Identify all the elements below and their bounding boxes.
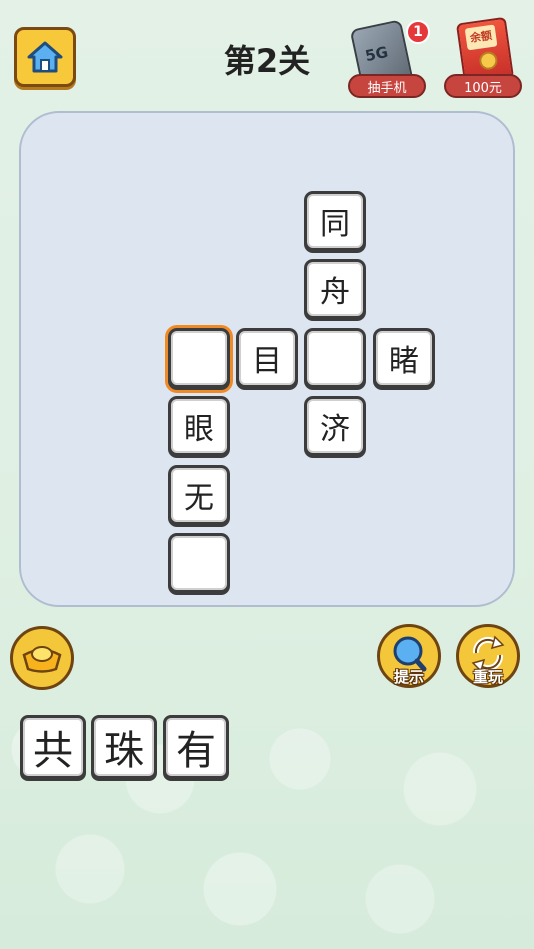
puzzle-cell-char: 无 (171, 468, 227, 522)
choice-tile-char: 共 (23, 718, 83, 776)
puzzle-cell-char: 舟 (307, 262, 363, 316)
puzzle-cell[interactable]: 睹 (373, 328, 435, 390)
hint-label: 提示 (393, 668, 424, 686)
choice-tile-char: 珠 (94, 718, 154, 776)
gold-ingot-icon (22, 646, 62, 673)
envelope-seal-icon (478, 50, 499, 71)
puzzle-cell[interactable]: 舟 (304, 259, 366, 321)
notification-badge: 1 (406, 20, 430, 44)
puzzle-cell[interactable]: 同 (304, 191, 366, 253)
puzzle-cell[interactable] (168, 533, 230, 595)
replay-button[interactable]: 重玩 (456, 624, 520, 688)
puzzle-cell[interactable]: 眼 (168, 396, 230, 458)
puzzle-cell[interactable]: 无 (168, 465, 230, 527)
balance-button[interactable]: 余额 100元 (442, 16, 524, 100)
puzzle-cell-char (307, 331, 363, 385)
puzzle-cell-char: 睹 (376, 331, 432, 385)
puzzle-cell-char: 目 (239, 331, 295, 385)
puzzle-cell[interactable]: 目 (236, 328, 298, 390)
hint-button[interactable]: 提示 (377, 624, 441, 688)
puzzle-cell-char: 同 (307, 194, 363, 248)
choice-tile[interactable]: 有 (163, 715, 229, 781)
puzzle-cell[interactable]: 济 (304, 396, 366, 458)
choice-tile[interactable]: 珠 (91, 715, 157, 781)
puzzle-cell-char (171, 331, 227, 385)
puzzle-cell[interactable] (304, 328, 366, 390)
phone-5g-text: 5G (363, 42, 390, 66)
choice-tile-char: 有 (166, 718, 226, 776)
balance-amount-label: 100元 (444, 74, 522, 98)
puzzle-cell-char (171, 536, 227, 590)
puzzle-cell-selected[interactable] (168, 328, 230, 390)
replay-label: 重玩 (472, 668, 503, 686)
puzzle-cell-char: 济 (307, 399, 363, 453)
balance-card-text: 余额 (464, 24, 498, 51)
puzzle-cell-char: 眼 (171, 399, 227, 453)
gold-ingot-button[interactable] (10, 626, 74, 690)
choice-tile[interactable]: 共 (20, 715, 86, 781)
phone-lottery-label: 抽手机 (348, 74, 426, 98)
phone-lottery-button[interactable]: 5G 1 抽手机 (346, 18, 430, 100)
